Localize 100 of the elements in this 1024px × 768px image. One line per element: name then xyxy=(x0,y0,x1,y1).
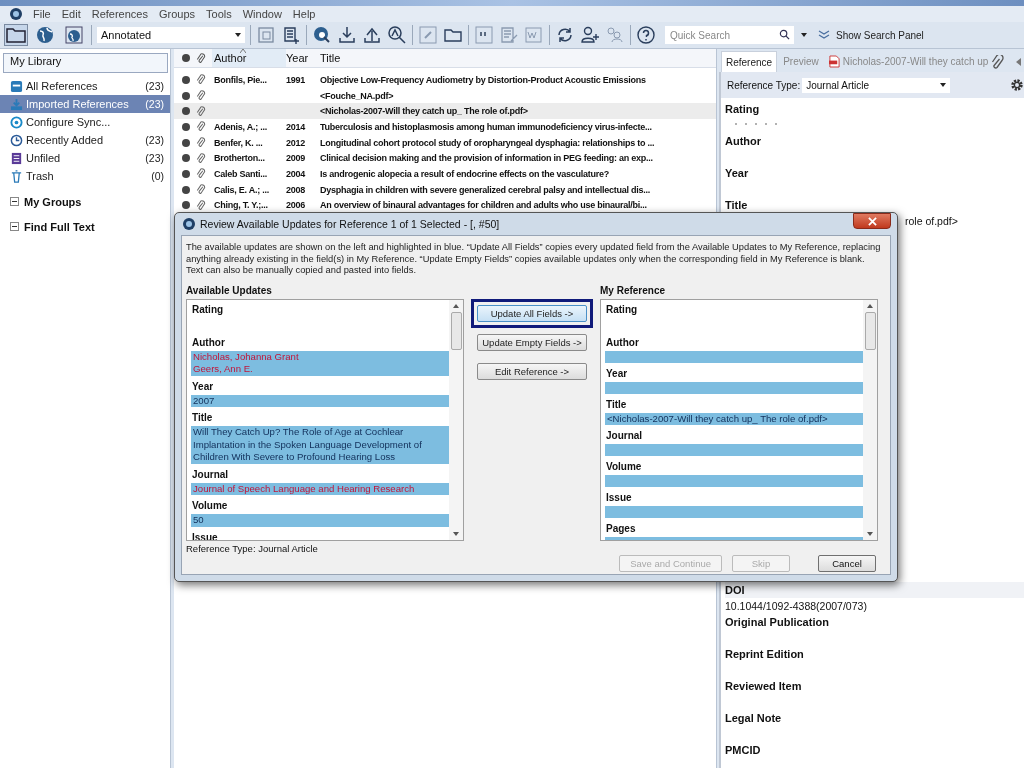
reference-row[interactable]: Calis, E. A.; ... 2008 Dysphagia in children with severe generalized cerebral palsy and intellectual dis... xyxy=(174,181,716,198)
column-header[interactable]: Year xyxy=(286,49,320,67)
reference-type-dropdown[interactable]: Journal Article xyxy=(802,77,951,93)
reference-row[interactable]: <Fouche_NA.pdf> xyxy=(174,87,716,104)
upload-icon[interactable] xyxy=(362,25,382,45)
scroll-left-icon[interactable] xyxy=(1016,57,1022,66)
sidebar-item[interactable]: Unfiled (23) xyxy=(0,149,170,167)
highlighted-value[interactable]: 50 xyxy=(191,514,449,527)
paperclip-icon xyxy=(196,89,206,103)
highlighted-value[interactable]: Will They Catch Up? The Role of Age at Cochlear Implantation in the Spoken Language Development of Children With Severe to Profound Hearing Loss xyxy=(191,426,449,464)
field-value[interactable]: role of.pdf> xyxy=(905,215,958,227)
reference-row[interactable]: Brotherton... 2009 Clinical decision making and the provision of information in PEG feeding: an exp... xyxy=(174,150,716,167)
title-cell: Clinical decision making and the provision of information in PEG feeding: an exp... xyxy=(320,153,653,164)
help-icon[interactable] xyxy=(636,25,656,45)
scroll-down-icon xyxy=(867,531,873,536)
field-label: Original Publication xyxy=(725,615,830,630)
reference-row[interactable]: Ching, T. Y.;... 2006 An overview of binaural advantages for children and adults who use binaural/bi... xyxy=(174,197,716,214)
author-cell: Ching, T. Y.;... xyxy=(214,200,268,211)
globe-icon xyxy=(36,26,54,44)
sidebar-item[interactable]: Imported References (23) xyxy=(0,95,170,113)
library-mode-button[interactable] xyxy=(62,24,86,46)
style-dropdown[interactable]: Annotated xyxy=(97,27,245,43)
pdf-icon xyxy=(828,55,840,68)
globe-search-icon[interactable] xyxy=(312,25,332,45)
folder-icon xyxy=(6,27,26,43)
year-cell: 2009 xyxy=(286,153,306,164)
sidebar-header[interactable]: My Library xyxy=(3,53,168,73)
field-label: Title xyxy=(605,397,628,412)
year-cell: 2012 xyxy=(286,137,306,148)
find-icon[interactable] xyxy=(387,25,407,45)
sync-icon[interactable] xyxy=(555,25,575,45)
search-field[interactable]: Quick Search xyxy=(665,26,777,44)
count-label: (23) xyxy=(145,152,164,164)
action-button[interactable]: Update All Fields -> xyxy=(477,304,587,322)
field-label: Title xyxy=(725,198,749,213)
search-icon xyxy=(777,26,794,44)
action-button[interactable]: Update Empty Fields -> xyxy=(477,333,587,351)
menu-item[interactable]: References xyxy=(91,8,148,20)
quote-icon[interactable] xyxy=(474,25,494,45)
close-button[interactable] xyxy=(853,213,891,229)
author-cell: Benfer, K. ... xyxy=(214,137,263,148)
highlighted-value[interactable]: <Nicholas-2007-Will they catch up_ The role of.pdf> xyxy=(605,412,863,425)
scroll-thumb[interactable] xyxy=(450,311,462,350)
field-label: Issue xyxy=(605,491,633,505)
sort-caret-icon xyxy=(240,49,246,53)
dialog-button[interactable]: Cancel xyxy=(818,554,876,572)
action-button[interactable]: Edit Reference -> xyxy=(477,362,587,380)
sidebar-item[interactable]: Recently Added (23) xyxy=(0,131,170,149)
scrollbar[interactable] xyxy=(449,299,463,540)
collapse-icon[interactable] xyxy=(10,197,19,206)
menu-item[interactable]: Window xyxy=(242,8,282,20)
group-heading[interactable]: My Groups xyxy=(24,195,82,208)
field-label: Reprint Edition xyxy=(725,647,805,662)
menu-item[interactable]: File xyxy=(33,8,51,20)
paperclip-icon xyxy=(196,151,206,165)
field-label: Legal Note xyxy=(725,711,783,726)
dialog-title: Review Available Updates for Reference 1 of 1 Selected - [, #50] xyxy=(200,218,500,230)
menu-item[interactable]: Groups xyxy=(158,8,196,20)
reference-row[interactable]: Adenis, A.; ... 2014 Tuberculosis and histoplasmosis among human immunodeficiency virus-infecte... xyxy=(174,119,716,135)
reference-row[interactable]: Bonfils, Pie... 1991 Objective Low-Frequency Audiometry by Distortion-Product Acoustic Emissions xyxy=(174,72,716,88)
count-label: (0) xyxy=(151,170,164,182)
scroll-thumb[interactable] xyxy=(864,311,876,350)
scrollbar[interactable] xyxy=(863,299,877,540)
close-icon xyxy=(867,216,877,226)
all-icon xyxy=(10,79,23,93)
field-label: PMCID xyxy=(725,743,762,758)
menu-item[interactable]: Edit xyxy=(61,8,81,20)
column-header[interactable]: Title xyxy=(320,49,720,67)
reference-row[interactable]: <Nicholas-2007-Will they catch up_ The role of.pdf> xyxy=(174,103,716,120)
author-cell: Adenis, A.; ... xyxy=(214,121,267,132)
field-value[interactable]: 10.1044/1092-4388(2007/073) xyxy=(725,600,867,612)
group-heading[interactable]: Find Full Text xyxy=(24,220,95,233)
field-label: Year xyxy=(605,366,629,381)
gear-icon[interactable] xyxy=(1010,77,1024,93)
sidebar-item[interactable]: All References (23) xyxy=(0,77,170,95)
highlighted-value[interactable]: 2007 xyxy=(191,394,449,407)
collapse-icon[interactable] xyxy=(10,222,19,231)
sidebar-item[interactable]: Configure Sync... xyxy=(0,113,170,131)
field-label: Volume xyxy=(605,460,643,474)
year-cell: 2004 xyxy=(286,168,306,179)
column-header[interactable]: Author xyxy=(212,49,286,67)
reference-row[interactable]: Benfer, K. ... 2012 Longitudinal cohort protocol study of oropharyngeal dysphagia: relationships to ... xyxy=(174,134,716,151)
app-logo-icon xyxy=(10,8,22,20)
paperclip-icon xyxy=(991,54,1005,69)
show-search-panel-button[interactable]: Show Search Panel xyxy=(818,29,924,41)
library-mode-button[interactable] xyxy=(4,24,28,46)
recent-icon xyxy=(10,133,23,147)
author-cell: Bonfils, Pie... xyxy=(214,74,267,85)
user-add-icon[interactable] xyxy=(580,25,600,45)
scroll-down-icon xyxy=(453,531,459,536)
download-icon[interactable] xyxy=(337,25,357,45)
panel-tab[interactable]: Reference xyxy=(721,51,778,72)
sidebar-item[interactable]: Trash (0) xyxy=(0,167,170,185)
list-add-icon[interactable] xyxy=(281,25,301,45)
reference-row[interactable]: Caleb Santi... 2004 Is androgenic alopecia a result of endocrine effects on the vasculature? xyxy=(174,166,716,182)
menu-item[interactable]: Help xyxy=(292,8,316,20)
year-cell: 1991 xyxy=(286,74,306,85)
menu-item[interactable]: Tools xyxy=(206,8,232,20)
dialog-description: The available updates are shown on the left and highlighted in blue. “Update All Fields” copies every updated field from the Available Updates to My Reference, replacing anything already existing in the field(s) in My Reference. “Update Empty Fields” copies available updates only when the corresponding field in My Reference is blank. Text can also be manually copied and pasted into fields. xyxy=(186,242,882,277)
dropdown-arrow-icon[interactable] xyxy=(801,33,807,37)
